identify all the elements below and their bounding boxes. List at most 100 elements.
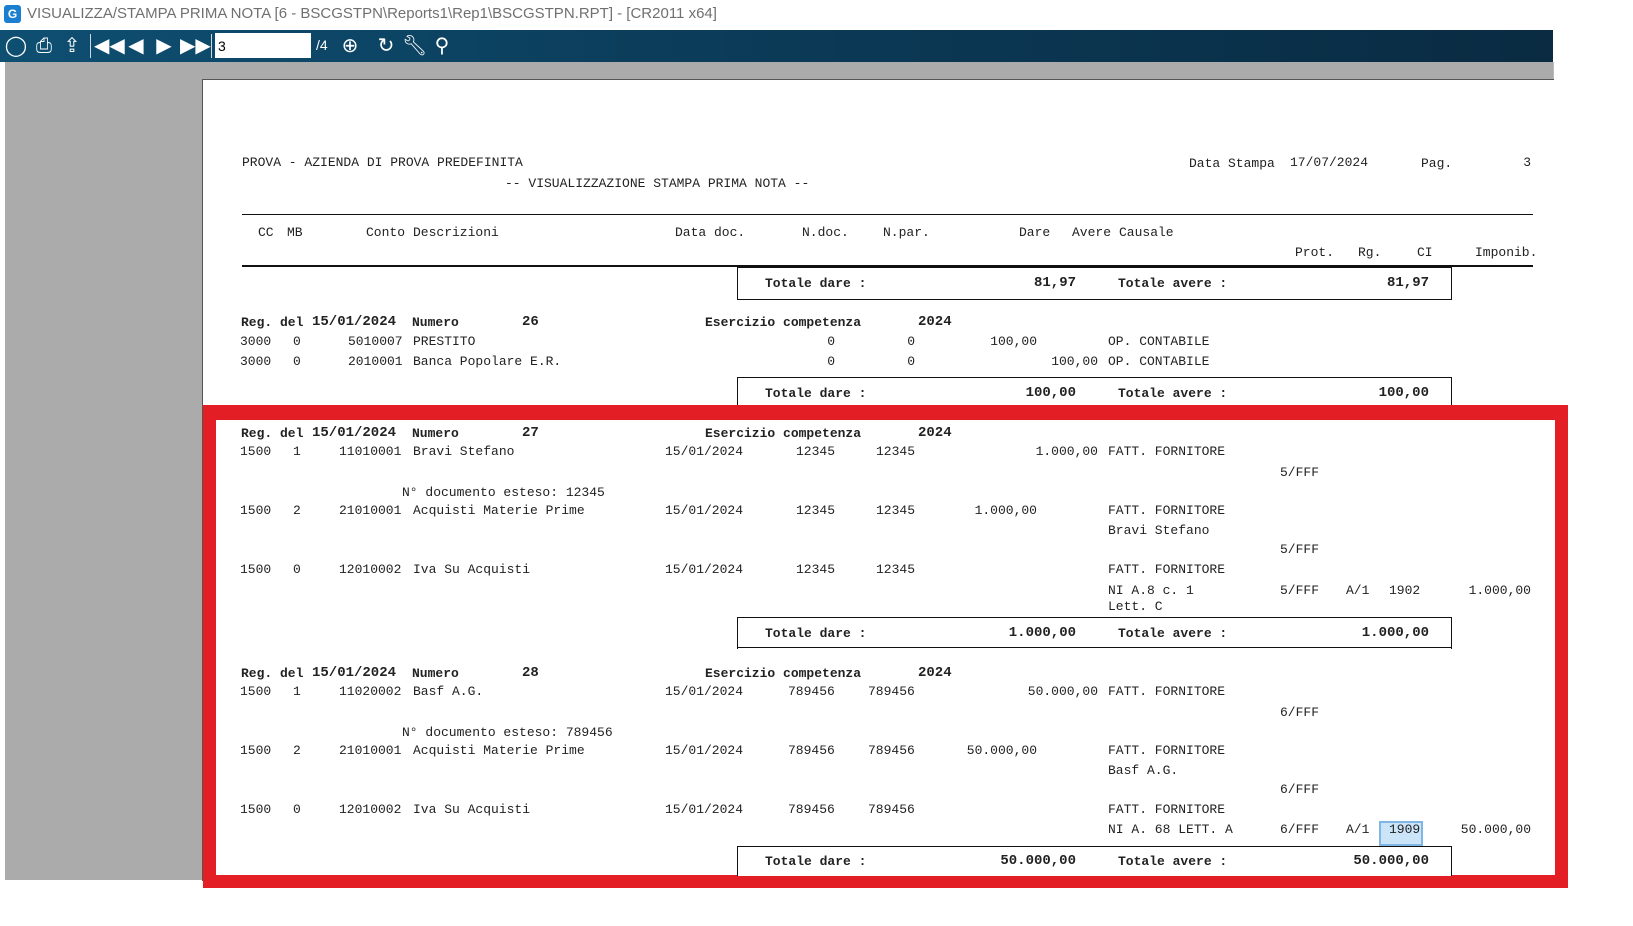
cell-extended-doc: N° documento esteso: 789456 <box>402 725 613 740</box>
cell-data-doc: 15/01/2024 <box>665 444 744 459</box>
col-prot: Prot. <box>1295 245 1335 260</box>
cell-causale: FATT. FORNITORE <box>1108 743 1226 758</box>
report-subtitle: -- VISUALIZZAZIONE STAMPA PRIMA NOTA -- <box>505 176 810 191</box>
cell-conto: 12010002 <box>339 802 402 817</box>
cell-conto: 5010007 <box>348 334 403 349</box>
cell-avere: 50.000,00 <box>1027 684 1098 699</box>
cell-ci: 1902 <box>1389 583 1421 598</box>
total-avere-value: 81,97 <box>1386 275 1429 291</box>
cell-mb: 0 <box>293 354 301 369</box>
total-avere-value: 1.000,00 <box>1361 625 1429 641</box>
cell-npar: 0 <box>907 334 915 349</box>
cell-dare: 100,00 <box>990 334 1037 349</box>
settings-icon[interactable]: 🔧︎ <box>402 34 427 58</box>
print-date: 17/07/2024 <box>1290 155 1369 170</box>
search-icon[interactable]: ⚲ <box>430 34 454 58</box>
esercizio-label: Esercizio competenza <box>705 315 862 330</box>
first-page-icon[interactable]: ◀◀ <box>94 34 125 58</box>
col-rg: Rg. <box>1358 245 1382 260</box>
divider <box>737 647 1452 648</box>
reg-del-label: Reg. del <box>241 426 304 441</box>
total-dare-value: 1.000,00 <box>1008 625 1076 641</box>
divider <box>242 214 1533 215</box>
reg-date: 15/01/2024 <box>312 665 397 681</box>
cell-mb: 0 <box>293 802 301 817</box>
cell-prot: 5/FFF <box>1280 465 1320 480</box>
page-number: 3 <box>1523 155 1531 170</box>
total-dare-value: 100,00 <box>1025 385 1076 401</box>
cell-ndoc: 789456 <box>788 743 835 758</box>
cell-ci[interactable]: 1909 <box>1389 822 1420 838</box>
cell-data-doc: 15/01/2024 <box>665 562 744 577</box>
cell-desc: Iva Su Acquisti <box>413 802 531 817</box>
refresh-icon[interactable]: ↻ <box>374 34 398 58</box>
cell-ndoc: 789456 <box>788 684 835 699</box>
page-label: Pag. <box>1421 156 1453 171</box>
cell-npar: 12345 <box>876 562 916 577</box>
cell-conto: 2010001 <box>348 354 403 369</box>
cell-extended-doc: N° documento esteso: 12345 <box>402 485 605 500</box>
export-icon[interactable]: ◯ <box>4 34 28 58</box>
cell-prot: 5/FFF <box>1280 583 1320 598</box>
cell-cc: 1500 <box>240 743 272 758</box>
total-avere-value: 50.000,00 <box>1353 853 1429 869</box>
cell-avere: 100,00 <box>1051 354 1098 369</box>
last-page-icon[interactable]: ▶▶ <box>180 34 211 58</box>
total-avere-label: Totale avere : <box>1118 386 1228 401</box>
cell-cc: 3000 <box>240 334 272 349</box>
cell-dare: 50.000,00 <box>966 743 1037 758</box>
cell-cc: 1500 <box>240 503 272 518</box>
cell-causale-detail: Lett. C <box>1108 599 1163 614</box>
cell-prot: 6/FFF <box>1280 705 1320 720</box>
cell-imponib: 1.000,00 <box>1468 583 1531 598</box>
col-dare: Dare <box>1019 225 1051 240</box>
print-date-label: Data Stampa <box>1189 156 1275 171</box>
cell-desc: Banca Popolare E.R. <box>413 354 562 369</box>
cell-desc: Acquisti Materie Prime <box>413 743 585 758</box>
cell-cc: 3000 <box>240 354 272 369</box>
cell-prot: 6/FFF <box>1280 782 1320 797</box>
col-causale: Causale <box>1119 225 1174 240</box>
cell-data-doc: 15/01/2024 <box>665 684 744 699</box>
reg-numero: 28 <box>522 665 539 681</box>
cell-rg: A/1 <box>1346 822 1370 837</box>
page-number-input[interactable] <box>215 33 311 58</box>
total-dare-value: 50.000,00 <box>1000 853 1076 869</box>
reg-del-label: Reg. del <box>241 315 304 330</box>
window-title: VISUALIZZA/STAMPA PRIMA NOTA [6 - BSCGST… <box>27 5 717 22</box>
cell-conto: 21010001 <box>339 503 402 518</box>
cell-ndoc: 12345 <box>796 444 836 459</box>
cell-prot: 5/FFF <box>1280 542 1320 557</box>
col-mb: MB <box>287 225 303 240</box>
company-name: PROVA - AZIENDA DI PROVA PREDEFINITA <box>242 155 523 170</box>
reg-del-label: Reg. del <box>241 666 304 681</box>
page-count: /4 <box>316 37 328 53</box>
zoom-icon[interactable]: ⊕ <box>337 34 363 58</box>
cell-causale: FATT. FORNITORE <box>1108 802 1226 817</box>
cell-mb: 1 <box>293 684 301 699</box>
next-page-icon[interactable]: ▶ <box>154 34 174 58</box>
cell-causale-detail: Bravi Stefano <box>1108 523 1210 538</box>
reg-date: 15/01/2024 <box>312 314 397 330</box>
cell-npar: 789456 <box>868 684 915 699</box>
cell-causale-detail: Basf A.G. <box>1108 763 1179 778</box>
cell-mb: 2 <box>293 743 301 758</box>
cell-desc: Acquisti Materie Prime <box>413 503 585 518</box>
cell-desc: Iva Su Acquisti <box>413 562 531 577</box>
cell-npar: 789456 <box>868 743 915 758</box>
numero-label: Numero <box>412 315 459 330</box>
numero-label: Numero <box>412 426 459 441</box>
cell-mb: 0 <box>293 562 301 577</box>
cell-data-doc: 15/01/2024 <box>665 503 744 518</box>
col-npar: N.par. <box>883 225 930 240</box>
total-avere-label: Totale avere : <box>1118 626 1228 641</box>
col-conto: Conto <box>366 225 406 240</box>
cell-conto: 11010001 <box>339 444 402 459</box>
cell-ndoc: 789456 <box>788 802 835 817</box>
print-icon[interactable]: ⎙ <box>32 34 56 58</box>
esercizio-value: 2024 <box>918 425 952 441</box>
prev-page-icon[interactable]: ◀ <box>126 34 146 58</box>
cell-rg: A/1 <box>1346 583 1370 598</box>
cell-mb: 1 <box>293 444 301 459</box>
upload-icon[interactable]: ⇪ <box>60 34 84 58</box>
